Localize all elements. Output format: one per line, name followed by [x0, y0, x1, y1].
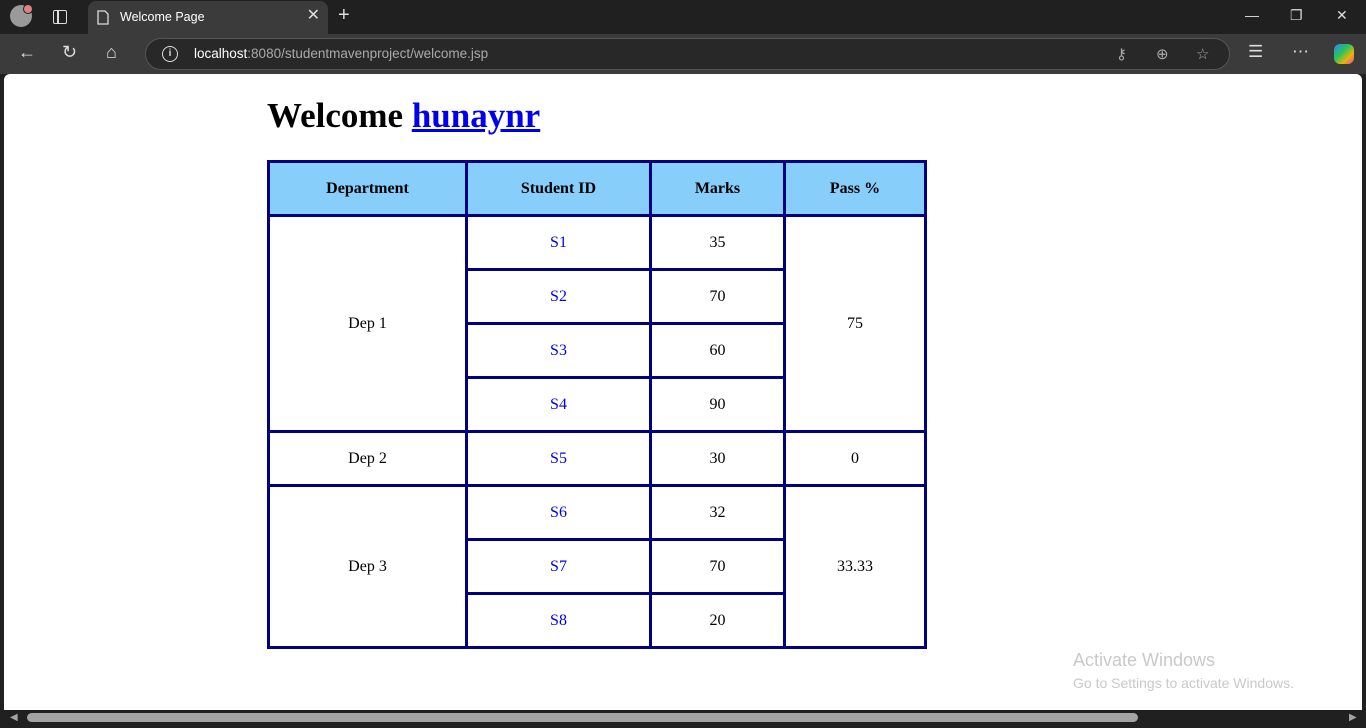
student-id-cell: S4: [465, 376, 652, 433]
home-icon[interactable]: ⌂: [106, 42, 117, 62]
notification-dot: [23, 4, 33, 14]
table-header-row: Department Student ID Marks Pass %: [267, 160, 927, 217]
student-id-cell: S8: [465, 592, 652, 649]
browser-toolbar: ← ↻ ⌂ i localhost:8080/studentmavenproje…: [0, 34, 1366, 74]
marks-cell: 20: [649, 592, 786, 649]
student-id-cell: S7: [465, 538, 652, 595]
back-icon[interactable]: ←: [18, 42, 36, 62]
new-tab-icon[interactable]: +: [338, 5, 350, 25]
close-tab-icon[interactable]: ✕: [307, 8, 320, 24]
table-row: Dep 2 S5 30 0: [267, 430, 927, 487]
key-icon[interactable]: ⚷: [1116, 45, 1127, 63]
student-link[interactable]: S1: [550, 234, 567, 251]
scroll-left-icon[interactable]: ◀: [10, 712, 18, 723]
address-bar[interactable]: i localhost:8080/studentmavenproject/wel…: [145, 38, 1230, 70]
student-link[interactable]: S3: [550, 342, 567, 359]
page-heading: Welcome hunaynr: [267, 96, 927, 136]
horizontal-scrollbar[interactable]: ◀ ▶: [0, 710, 1366, 728]
marks-cell: 32: [649, 484, 786, 541]
url-text: localhost:8080/studentmavenproject/welco…: [194, 46, 488, 61]
zoom-icon[interactable]: ⊕: [1156, 45, 1169, 63]
tab-actions-icon[interactable]: [53, 10, 67, 24]
restore-icon[interactable]: ❐: [1290, 7, 1303, 24]
favorite-star-icon[interactable]: ☆: [1196, 45, 1209, 63]
department-cell: Dep 3: [267, 484, 468, 649]
heading-prefix: Welcome: [267, 96, 404, 135]
page-icon: [97, 10, 109, 25]
pass-percent-cell: 0: [783, 430, 927, 487]
marks-cell: 30: [649, 430, 786, 487]
student-id-cell: S1: [465, 214, 652, 271]
activate-windows-watermark: Activate Windows Go to Settings to activ…: [1073, 650, 1294, 691]
student-id-cell: S2: [465, 268, 652, 325]
scrollbar-thumb[interactable]: [27, 713, 1138, 722]
pass-percent-cell: 33.33: [783, 484, 927, 649]
page-content: Welcome hunaynr Department Student ID Ma…: [4, 74, 1362, 710]
header-department: Department: [267, 160, 468, 217]
department-cell: Dep 2: [267, 430, 468, 487]
marks-cell: 70: [649, 268, 786, 325]
student-id-cell: S3: [465, 322, 652, 379]
site-info-icon[interactable]: i: [162, 46, 178, 62]
student-link[interactable]: S5: [550, 450, 567, 467]
url-path: :8080/studentmavenproject/welcome.jsp: [247, 46, 489, 61]
marks-cell: 35: [649, 214, 786, 271]
favorites-icon[interactable]: ☰: [1248, 42, 1263, 62]
tab-title: Welcome Page: [120, 10, 205, 24]
minimize-icon[interactable]: —: [1245, 7, 1259, 23]
header-pass-percent: Pass %: [783, 160, 927, 217]
marks-cell: 70: [649, 538, 786, 595]
student-link[interactable]: S6: [550, 504, 567, 521]
tab-welcome-page[interactable]: Welcome Page ✕: [88, 1, 328, 34]
department-cell: Dep 1: [267, 214, 468, 433]
watermark-subtitle: Go to Settings to activate Windows.: [1073, 675, 1294, 691]
url-host: localhost: [194, 46, 248, 61]
welcome-page: Welcome hunaynr Department Student ID Ma…: [267, 74, 927, 649]
student-link[interactable]: S7: [550, 558, 567, 575]
marks-cell: 90: [649, 376, 786, 433]
student-id-cell: S6: [465, 484, 652, 541]
close-window-icon[interactable]: ✕: [1336, 7, 1348, 24]
watermark-title: Activate Windows: [1073, 650, 1216, 670]
profile-avatar[interactable]: [10, 4, 33, 27]
student-id-cell: S5: [465, 430, 652, 487]
header-marks: Marks: [649, 160, 786, 217]
tab-bar: Welcome Page ✕ + — ❐ ✕: [0, 0, 1366, 34]
marks-cell: 60: [649, 322, 786, 379]
table-row: Dep 1 S1 35 75: [267, 214, 927, 433]
student-link[interactable]: S2: [550, 288, 567, 305]
student-link[interactable]: S4: [550, 396, 567, 413]
header-student-id: Student ID: [465, 160, 652, 217]
more-menu-icon[interactable]: ⋯: [1292, 42, 1309, 62]
username-link[interactable]: hunaynr: [412, 96, 540, 135]
table-row: Dep 3 S6 32 33.33: [267, 484, 927, 649]
pass-percent-cell: 75: [783, 214, 927, 433]
scroll-right-icon[interactable]: ▶: [1349, 712, 1357, 723]
student-link[interactable]: S8: [550, 612, 567, 629]
refresh-icon[interactable]: ↻: [62, 42, 77, 62]
student-table: Department Student ID Marks Pass % Dep 1…: [267, 160, 927, 649]
copilot-icon[interactable]: [1334, 44, 1354, 64]
